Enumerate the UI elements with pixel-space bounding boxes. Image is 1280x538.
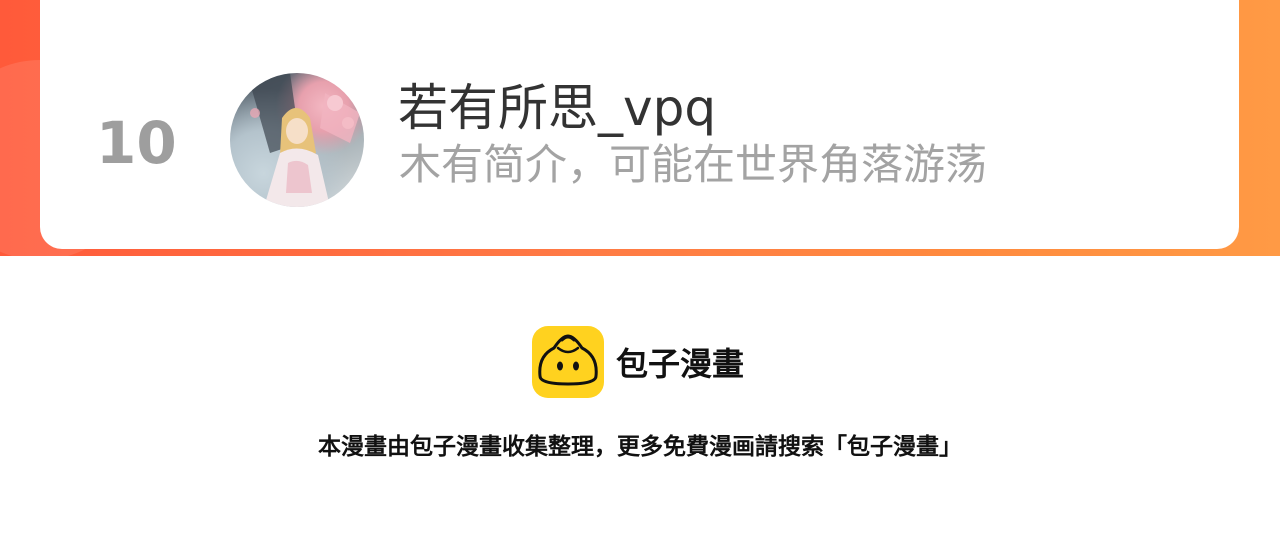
baozi-bun-icon xyxy=(532,326,604,398)
brand-name: 包子漫畫 xyxy=(616,345,745,383)
user-avatar[interactable] xyxy=(230,73,364,207)
user-name[interactable]: 若有所思_vpq xyxy=(398,76,716,140)
source-notice: 本漫畫由包子漫畫收集整理，更多免費漫画請搜索「包子漫畫」 xyxy=(318,434,962,460)
brand-logo: 包子漫畫 xyxy=(532,326,744,398)
user-bio: 木有简介，可能在世界角落游荡 xyxy=(399,140,988,189)
avatar-illustration xyxy=(250,73,360,207)
ranking-banner: 10 若有所思_vpq 木有简介，可能在世界角落游荡 xyxy=(0,0,1280,256)
rank-number: 10 xyxy=(96,109,177,177)
